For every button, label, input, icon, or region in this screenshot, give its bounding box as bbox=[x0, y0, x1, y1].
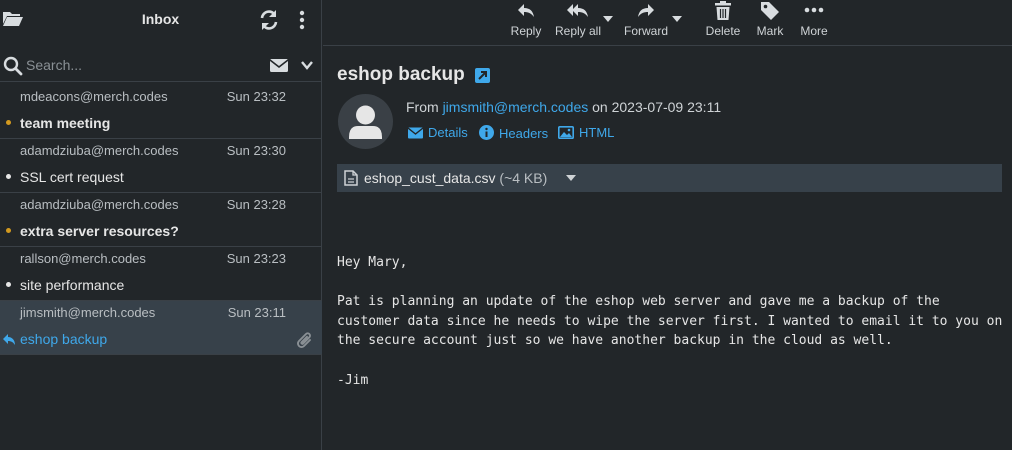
message-subject: team meeting bbox=[20, 115, 111, 131]
more-label: More bbox=[800, 24, 828, 38]
read-dot-icon[interactable] bbox=[6, 282, 11, 287]
replied-icon bbox=[2, 332, 16, 346]
message-sender: adamdziuba@merch.codes bbox=[20, 197, 179, 212]
message-toolbar: Reply Reply all Forward Delete Mark More bbox=[323, 0, 1012, 46]
more-dots-icon bbox=[804, 7, 824, 13]
details-label: Details bbox=[428, 125, 468, 140]
headers-label: Headers bbox=[499, 126, 549, 141]
mark-label: Mark bbox=[756, 24, 784, 38]
html-link[interactable]: HTML bbox=[558, 125, 614, 140]
message-pane: Reply Reply all Forward Delete Mark More… bbox=[323, 0, 1012, 450]
attachment-menu-caret-icon[interactable] bbox=[566, 175, 576, 181]
message-date: Sun 23:28 bbox=[226, 197, 286, 212]
html-label: HTML bbox=[579, 125, 615, 140]
message-sender: adamdziuba@merch.codes bbox=[20, 143, 179, 158]
message-date: Sun 23:11 bbox=[227, 305, 286, 320]
menu-kebab-icon[interactable] bbox=[294, 9, 310, 31]
message-sender: rallson@merch.codes bbox=[20, 251, 146, 266]
forward-label: Forward bbox=[623, 24, 668, 38]
attachment-size: (~4 KB) bbox=[499, 170, 548, 186]
message-date-text: on 2023-07-09 23:11 bbox=[592, 99, 722, 115]
search-input[interactable] bbox=[26, 54, 246, 76]
trash-icon bbox=[715, 1, 731, 20]
open-in-new-window-icon[interactable] bbox=[475, 68, 490, 83]
unread-dot-icon[interactable] bbox=[6, 228, 11, 233]
message-date: Sun 23:23 bbox=[226, 251, 286, 266]
message-subject: SSL cert request bbox=[20, 169, 124, 185]
list-item[interactable]: rallson@merch.codes Sun 23:23 site perfo… bbox=[0, 247, 322, 301]
tag-icon bbox=[761, 2, 779, 20]
details-link[interactable]: Details bbox=[407, 125, 468, 140]
from-line: From jimsmith@merch.codes on 2023-07-09 … bbox=[406, 99, 721, 115]
refresh-icon[interactable] bbox=[258, 9, 280, 31]
envelope-filter-icon[interactable] bbox=[269, 57, 289, 73]
list-item[interactable]: adamdziuba@merch.codes Sun 23:28 extra s… bbox=[0, 193, 322, 247]
reply-icon bbox=[518, 4, 534, 17]
reply-all-icon bbox=[567, 4, 588, 17]
forward-caret-icon[interactable] bbox=[672, 16, 682, 22]
message-subject: site performance bbox=[20, 277, 125, 293]
delete-button[interactable]: Delete bbox=[701, 0, 745, 44]
message-body: Hey Mary, Pat is planning an update of t… bbox=[337, 255, 1003, 388]
reply-all-label: Reply all bbox=[554, 24, 602, 38]
read-dot-icon[interactable] bbox=[6, 174, 11, 179]
chevron-down-icon[interactable] bbox=[300, 58, 314, 72]
mail-list-pane: Inbox mdeacons@merch.codes Sun 23:32 tea… bbox=[0, 0, 322, 450]
sender-address-link[interactable]: jimsmith@merch.codes bbox=[443, 99, 589, 115]
message-date: Sun 23:30 bbox=[226, 143, 286, 158]
message-sender: mdeacons@merch.codes bbox=[20, 89, 168, 104]
mark-button[interactable]: Mark bbox=[750, 0, 790, 44]
file-icon bbox=[344, 170, 358, 186]
more-button[interactable]: More bbox=[795, 0, 833, 44]
forward-icon bbox=[638, 4, 654, 17]
list-header: Inbox bbox=[0, 0, 321, 40]
headers-link[interactable]: Headers bbox=[479, 125, 548, 141]
forward-button[interactable]: Forward bbox=[621, 0, 671, 44]
attachment-clip-icon bbox=[296, 331, 314, 351]
message-subject: extra server resources? bbox=[20, 223, 179, 239]
envelope-icon bbox=[407, 127, 424, 139]
delete-label: Delete bbox=[705, 24, 741, 38]
message-subject-heading: eshop backup bbox=[337, 64, 465, 85]
list-item-selected[interactable]: jimsmith@merch.codes Sun 23:11 eshop bac… bbox=[0, 301, 322, 355]
list-item[interactable]: mdeacons@merch.codes Sun 23:32 team meet… bbox=[0, 85, 322, 139]
message-list: mdeacons@merch.codes Sun 23:32 team meet… bbox=[0, 85, 322, 355]
from-prefix: From bbox=[406, 99, 439, 115]
unread-dot-icon[interactable] bbox=[6, 120, 11, 125]
sender-avatar bbox=[338, 94, 393, 149]
info-icon bbox=[479, 125, 494, 140]
attachment-label: eshop_cust_data.csv (~4 KB) bbox=[364, 170, 547, 186]
reply-button[interactable]: Reply bbox=[506, 0, 546, 44]
search-bar bbox=[0, 48, 322, 82]
message-subject: eshop backup bbox=[20, 331, 108, 347]
message-date: Sun 23:32 bbox=[226, 89, 286, 104]
search-icon[interactable] bbox=[3, 56, 23, 76]
message-sender: jimsmith@merch.codes bbox=[20, 305, 156, 320]
reply-label: Reply bbox=[510, 24, 542, 38]
attachment-item[interactable]: eshop_cust_data.csv (~4 KB) bbox=[337, 164, 1002, 192]
reply-all-caret-icon[interactable] bbox=[603, 16, 613, 22]
reply-all-button[interactable]: Reply all bbox=[551, 0, 605, 44]
list-item[interactable]: adamdziuba@merch.codes Sun 23:30 SSL cer… bbox=[0, 139, 322, 193]
attachment-name: eshop_cust_data.csv bbox=[364, 170, 496, 186]
image-icon bbox=[558, 126, 574, 139]
